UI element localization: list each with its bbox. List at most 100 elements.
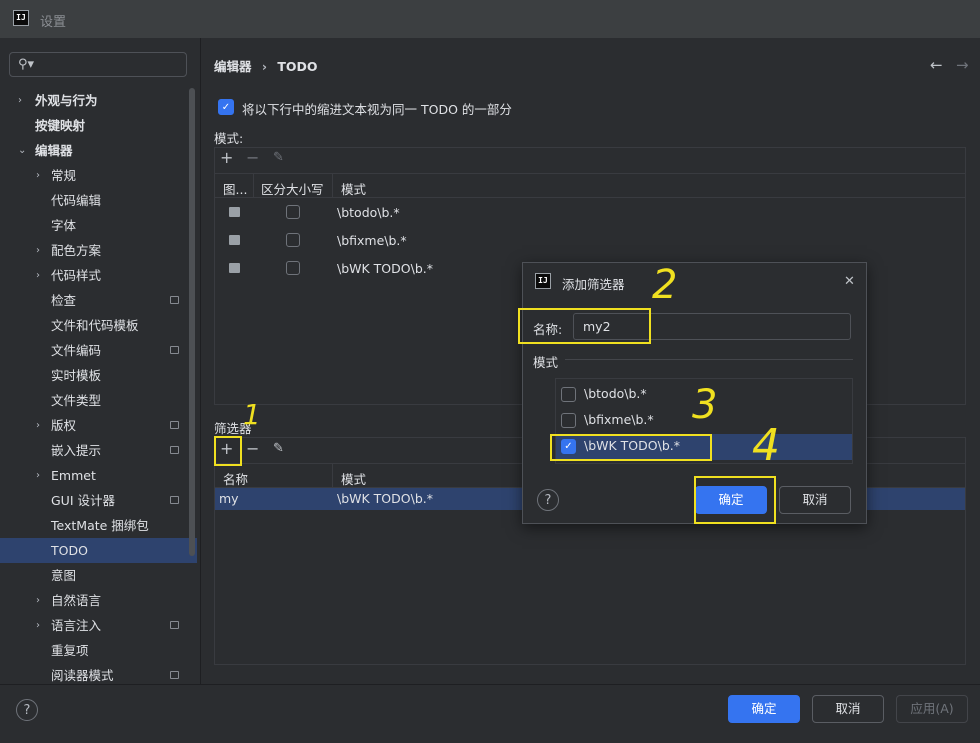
column-name[interactable]: 名称 [223, 469, 248, 488]
chevron-right-icon[interactable]: › [36, 263, 40, 288]
annotation-number-4: 4 [752, 420, 780, 471]
sidebar-item-label: 代码样式 [51, 268, 102, 283]
sidebar-item[interactable]: › Emmet [0, 463, 197, 488]
column-icon[interactable]: 图... [223, 179, 247, 198]
annotation-box-pattern [550, 434, 712, 461]
chevron-right-icon[interactable]: › [18, 88, 22, 113]
sidebar-item[interactable]: › 版权 [0, 413, 197, 438]
filter-row-name: my [219, 491, 239, 506]
help-icon[interactable]: ? [16, 699, 38, 721]
settings-search-input[interactable] [9, 52, 187, 77]
sidebar-item[interactable]: 按键映射 [0, 113, 197, 138]
column-filter-pattern[interactable]: 模式 [341, 469, 366, 488]
back-arrow-icon[interactable]: ← [930, 56, 943, 74]
sidebar-item[interactable]: ⌄ 编辑器 [0, 138, 197, 163]
breadcrumb-separator: › [261, 59, 268, 74]
sidebar-item[interactable]: › 常规 [0, 163, 197, 188]
chevron-right-icon[interactable]: › [36, 413, 40, 438]
remove-filter-icon[interactable]: − [246, 439, 259, 458]
sidebar-item-label: 语言注入 [51, 618, 102, 633]
chevron-down-icon[interactable]: ⌄ [18, 138, 26, 163]
filter-row-pattern: \bWK TODO\b.* [337, 491, 433, 506]
todo-icon[interactable] [229, 235, 240, 245]
sidebar-item-label: 代码编辑 [51, 193, 102, 208]
indent-todo-checkbox[interactable]: ✓ [218, 99, 234, 115]
cancel-button[interactable]: 取消 [812, 695, 884, 723]
pattern-row-text: \bWK TODO\b.* [337, 261, 433, 276]
breadcrumb-current: TODO [277, 59, 318, 74]
apply-button[interactable]: 应用(A) [896, 695, 968, 723]
chevron-right-icon[interactable]: › [36, 238, 40, 263]
sidebar-item-label: 常规 [51, 168, 77, 183]
sidebar-scrollbar[interactable] [189, 88, 195, 556]
column-pattern[interactable]: 模式 [341, 179, 366, 198]
project-settings-icon [170, 446, 179, 454]
sidebar-item[interactable]: GUI 设计器 [0, 488, 197, 513]
sidebar-item-label: 自然语言 [51, 593, 102, 608]
sidebar-item[interactable]: 实时模板 [0, 363, 197, 388]
case-sensitive-checkbox[interactable] [286, 205, 300, 219]
annotation-number-2: 2 [652, 262, 678, 308]
todo-icon[interactable] [229, 207, 240, 217]
sidebar-item[interactable]: › 配色方案 [0, 238, 197, 263]
chevron-right-icon[interactable]: › [36, 588, 40, 613]
case-sensitive-checkbox[interactable] [286, 233, 300, 247]
sidebar-item[interactable]: › 语言注入 [0, 613, 197, 638]
dialog-pattern-label: \btodo\b.* [584, 386, 647, 401]
column-case-sensitive[interactable]: 区分大小写 [261, 179, 324, 198]
sidebar-item-label: 按键映射 [35, 118, 86, 133]
sidebar-item[interactable]: 字体 [0, 213, 197, 238]
chevron-right-icon[interactable]: › [36, 463, 40, 488]
patterns-section-label: 模式: [214, 131, 244, 146]
annotation-number-3: 3 [692, 382, 718, 428]
pattern-row[interactable]: \bfixme\b.* [215, 228, 965, 254]
chevron-right-icon[interactable]: › [36, 163, 40, 188]
pattern-row[interactable]: \btodo\b.* [215, 200, 965, 226]
sidebar-item-label: 嵌入提示 [51, 443, 102, 458]
sidebar-item[interactable]: › 代码样式 [0, 263, 197, 288]
todo-icon[interactable] [229, 263, 240, 273]
patterns-table-header: 图... 区分大小写 模式 [215, 173, 965, 198]
sidebar-item-label: GUI 设计器 [51, 493, 115, 508]
dialog-cancel-button[interactable]: 取消 [779, 486, 851, 514]
dialog-pattern-checkbox[interactable] [561, 387, 576, 402]
sidebar-item[interactable]: 文件和代码模板 [0, 313, 197, 338]
edit-pattern-icon[interactable]: ✎ [273, 150, 284, 165]
sidebar-item[interactable]: TODO [0, 538, 197, 563]
sidebar-item[interactable]: 检查 [0, 288, 197, 313]
forward-arrow-icon[interactable]: → [956, 56, 969, 74]
title-bar [0, 0, 980, 38]
breadcrumb-parent[interactable]: 编辑器 [214, 59, 252, 74]
sidebar-item[interactable]: › 外观与行为 [0, 88, 197, 113]
sidebar-item-label: 配色方案 [51, 243, 102, 258]
ok-button[interactable]: 确定 [728, 695, 800, 723]
sidebar-item-label: Emmet [51, 468, 96, 483]
sidebar-item-label: 编辑器 [35, 143, 73, 158]
project-settings-icon [170, 296, 179, 304]
sidebar-item[interactable]: 嵌入提示 [0, 438, 197, 463]
window-title: 设置 [40, 15, 67, 30]
sidebar-item[interactable]: 意图 [0, 563, 197, 588]
sidebar-item[interactable]: TextMate 捆绑包 [0, 513, 197, 538]
remove-pattern-icon[interactable]: − [246, 148, 259, 167]
chevron-right-icon[interactable]: › [36, 613, 40, 638]
sidebar-item[interactable]: 重复项 [0, 638, 197, 663]
project-settings-icon [170, 421, 179, 429]
sidebar-item-label: TextMate 捆绑包 [51, 518, 149, 533]
dialog-close-icon[interactable]: ✕ [844, 274, 855, 289]
sidebar-item[interactable]: 文件编码 [0, 338, 197, 363]
case-sensitive-checkbox[interactable] [286, 261, 300, 275]
dialog-pattern-checkbox[interactable] [561, 413, 576, 428]
dialog-help-icon[interactable]: ? [537, 489, 559, 511]
project-settings-icon [170, 621, 179, 629]
sidebar-item-label: 检查 [51, 293, 77, 308]
sidebar-item-label: 文件类型 [51, 393, 102, 408]
add-pattern-icon[interactable]: + [220, 148, 233, 167]
indent-todo-label: 将以下行中的缩进文本视为同一 TODO 的一部分 [242, 102, 512, 117]
project-settings-icon [170, 496, 179, 504]
dialog-pattern-label: \bfixme\b.* [584, 412, 654, 427]
sidebar-item[interactable]: 文件类型 [0, 388, 197, 413]
sidebar-item[interactable]: 代码编辑 [0, 188, 197, 213]
edit-filter-icon[interactable]: ✎ [273, 441, 284, 456]
sidebar-item[interactable]: › 自然语言 [0, 588, 197, 613]
